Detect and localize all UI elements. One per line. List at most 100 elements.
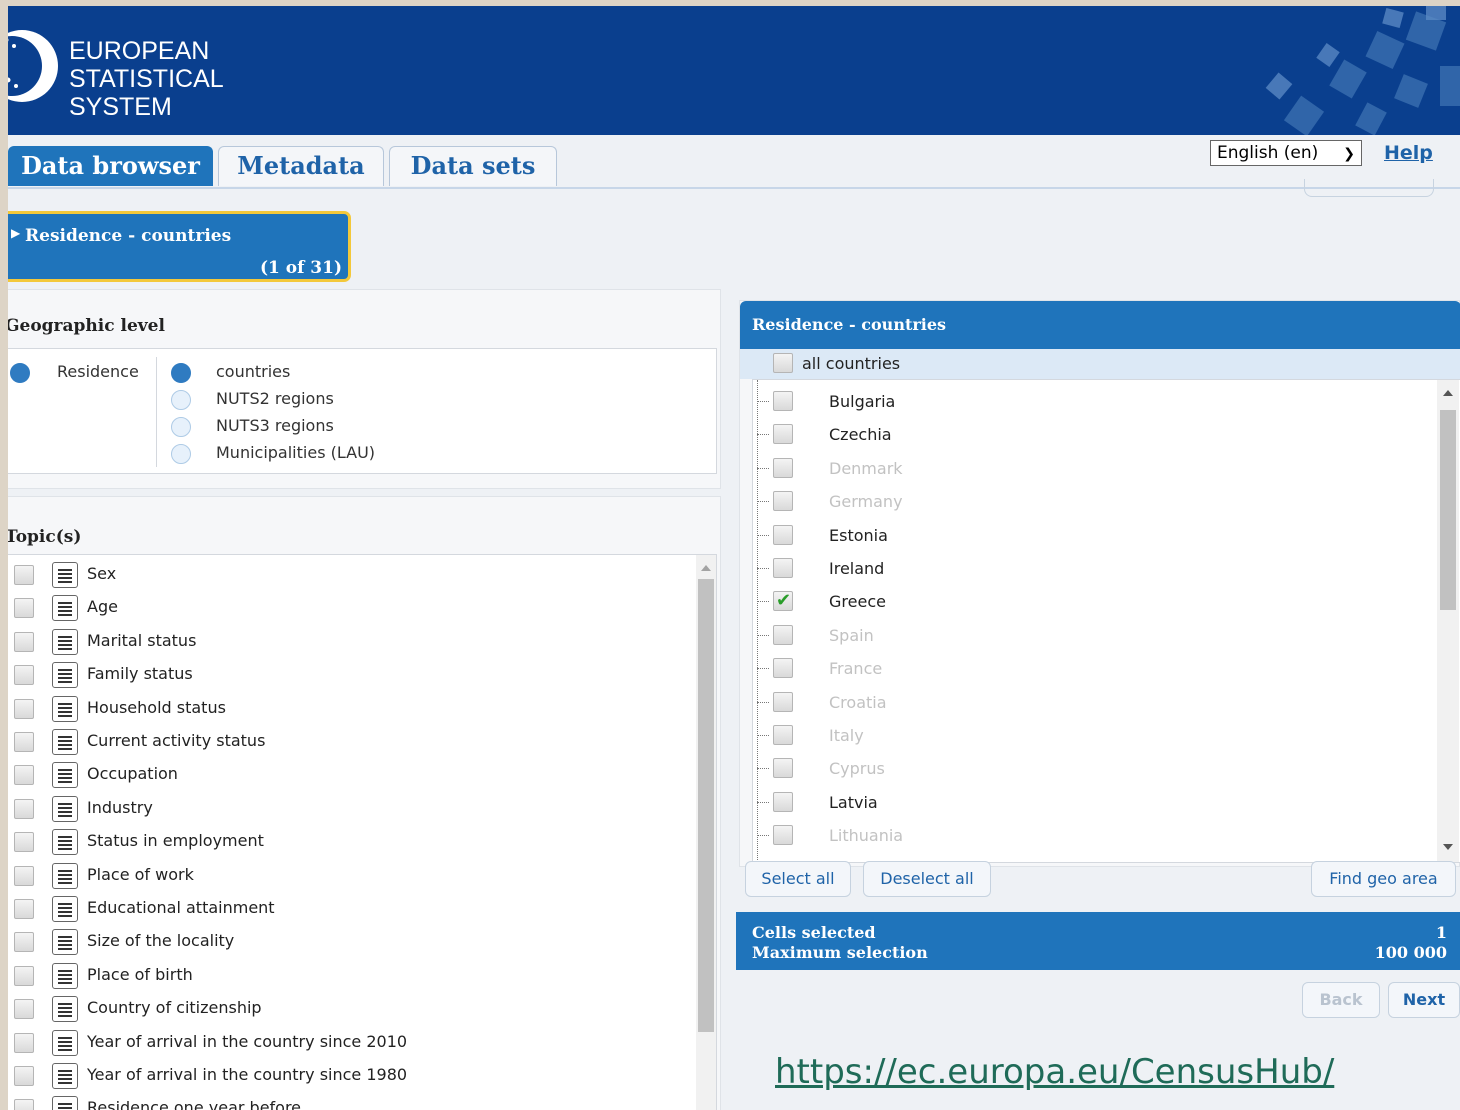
country-row[interactable]: Italy (753, 719, 1443, 752)
topic-row[interactable]: Current activity status (10, 726, 690, 758)
topic-row[interactable]: Age (10, 592, 690, 624)
document-list-icon[interactable] (52, 929, 78, 956)
document-list-icon[interactable] (52, 829, 78, 856)
radio-countries[interactable] (171, 363, 191, 383)
country-row[interactable]: Ireland (753, 552, 1443, 585)
current-step-card[interactable]: ▶ Residence - countries (1 of 31) (8, 211, 351, 282)
next-button[interactable]: Next (1388, 982, 1460, 1018)
tab-data-browser[interactable]: Data browser (8, 146, 213, 186)
radio-municipalities[interactable] (171, 444, 191, 464)
document-list-icon[interactable] (52, 1029, 78, 1056)
country-row[interactable]: Croatia (753, 686, 1443, 719)
radio-nuts3[interactable] (171, 417, 191, 437)
scroll-up-icon[interactable] (701, 565, 711, 571)
topic-checkbox[interactable] (14, 1066, 34, 1086)
deselect-all-button[interactable]: Deselect all (863, 861, 991, 897)
topic-checkbox[interactable] (14, 665, 34, 686)
scroll-down-icon[interactable] (1443, 844, 1453, 850)
country-row[interactable]: France (753, 652, 1443, 685)
country-checkbox[interactable] (773, 558, 793, 578)
find-geo-area-button[interactable]: Find geo area (1311, 861, 1456, 897)
country-checkbox[interactable] (773, 524, 793, 545)
country-checkbox[interactable] (773, 758, 793, 779)
topic-checkbox[interactable] (14, 1032, 34, 1053)
country-checkbox[interactable] (773, 725, 793, 745)
document-list-icon[interactable] (52, 662, 78, 689)
country-checkbox[interactable] (773, 391, 793, 411)
dimension-radio[interactable] (10, 363, 30, 383)
document-list-icon[interactable] (52, 729, 78, 755)
country-checkbox[interactable] (773, 457, 793, 478)
topic-row[interactable]: Year of arrival in the country since 198… (10, 1060, 690, 1092)
country-row[interactable]: Estonia (753, 519, 1443, 552)
topic-checkbox[interactable] (14, 565, 34, 585)
radio-nuts2[interactable] (171, 390, 191, 410)
topic-row[interactable]: Occupation (10, 759, 690, 791)
topic-checkbox[interactable] (14, 798, 34, 819)
topic-row[interactable]: Status in employment (10, 826, 690, 858)
topic-row[interactable]: Household status (10, 693, 690, 725)
document-list-icon[interactable] (52, 562, 78, 588)
topic-row[interactable]: Size of the locality (10, 926, 690, 958)
country-row[interactable]: Bulgaria (753, 385, 1443, 418)
country-row[interactable]: Spain (753, 619, 1443, 652)
topic-checkbox[interactable] (14, 899, 34, 919)
topic-row[interactable]: Year of arrival in the country since 201… (10, 1027, 690, 1059)
back-button[interactable]: Back (1302, 982, 1380, 1018)
census-hub-link[interactable]: https://ec.europa.eu/CensusHub/ (775, 1052, 1334, 1092)
topic-checkbox[interactable] (14, 1099, 34, 1110)
topic-row[interactable]: Marital status (10, 626, 690, 658)
topic-row[interactable]: Sex (10, 559, 690, 591)
document-list-icon[interactable] (52, 762, 78, 789)
language-select[interactable]: English (en) ❯ (1210, 140, 1362, 166)
country-row[interactable]: Latvia (753, 786, 1443, 819)
topic-row[interactable]: Place of birth (10, 960, 690, 992)
document-list-icon[interactable] (52, 996, 78, 1023)
document-list-icon[interactable] (52, 962, 78, 989)
document-list-icon[interactable] (52, 795, 78, 822)
country-checkbox[interactable] (773, 825, 793, 846)
document-list-icon[interactable] (52, 862, 78, 889)
topic-row[interactable]: Industry (10, 793, 690, 825)
country-row[interactable]: Cyprus (753, 752, 1443, 785)
document-list-icon[interactable] (52, 595, 78, 622)
all-countries-row[interactable]: all countries (740, 349, 1460, 379)
topic-row[interactable]: Family status (10, 659, 690, 691)
country-row[interactable]: Denmark (753, 452, 1443, 485)
topic-checkbox[interactable] (14, 999, 34, 1020)
tab-data-sets[interactable]: Data sets (389, 146, 557, 186)
topic-checkbox[interactable] (14, 965, 34, 986)
document-list-icon[interactable] (52, 1096, 78, 1110)
topic-row[interactable]: Residence one year before (10, 1093, 690, 1110)
topic-row[interactable]: Country of citizenship (10, 993, 690, 1025)
document-list-icon[interactable] (52, 695, 78, 722)
country-checkbox[interactable] (773, 424, 793, 445)
document-list-icon[interactable] (52, 1063, 78, 1089)
topic-row[interactable]: Educational attainment (10, 893, 690, 925)
document-list-icon[interactable] (52, 896, 78, 922)
tab-metadata[interactable]: Metadata (218, 146, 384, 186)
topic-checkbox[interactable] (14, 698, 34, 719)
topics-scroll-thumb[interactable] (698, 579, 714, 1032)
country-row[interactable]: ✔ Greece (753, 585, 1443, 618)
document-list-icon[interactable] (52, 628, 78, 655)
country-row[interactable]: Czechia (753, 418, 1443, 451)
topic-checkbox[interactable] (14, 631, 34, 652)
country-row[interactable]: Lithuania (753, 819, 1443, 852)
help-link[interactable]: Help (1384, 142, 1433, 164)
topic-row[interactable]: Place of work (10, 860, 690, 892)
topic-checkbox[interactable] (14, 765, 34, 786)
all-countries-checkbox[interactable] (773, 353, 793, 373)
topic-checkbox[interactable] (14, 832, 34, 853)
country-checkbox[interactable] (773, 491, 793, 512)
country-checkbox[interactable] (773, 658, 793, 679)
country-checkbox[interactable]: ✔ (773, 591, 793, 612)
topic-checkbox[interactable] (14, 865, 34, 886)
topic-checkbox[interactable] (14, 598, 34, 619)
country-checkbox[interactable] (773, 624, 793, 645)
country-checkbox[interactable] (773, 691, 793, 712)
scroll-up-icon[interactable] (1443, 390, 1453, 396)
select-all-button[interactable]: Select all (745, 861, 851, 897)
topic-checkbox[interactable] (14, 732, 34, 752)
country-row[interactable]: Germany (753, 485, 1443, 518)
